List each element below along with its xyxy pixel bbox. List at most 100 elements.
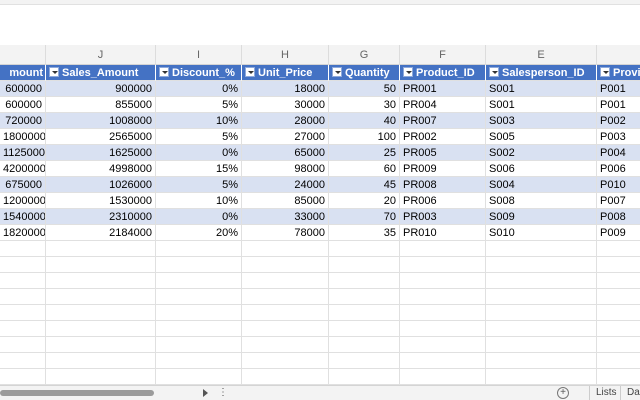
table-cell[interactable]: 0% bbox=[156, 209, 242, 225]
table-cell[interactable]: PR004 bbox=[400, 97, 486, 113]
table-cell[interactable]: 20 bbox=[329, 193, 400, 209]
table-cell[interactable]: P006 bbox=[597, 161, 640, 177]
table-cell[interactable]: PR002 bbox=[400, 129, 486, 145]
empty-cell[interactable] bbox=[156, 321, 242, 337]
table-cell[interactable]: S001 bbox=[486, 97, 597, 113]
empty-cell[interactable] bbox=[242, 273, 329, 289]
table-cell[interactable]: 27000 bbox=[242, 129, 329, 145]
table-cell[interactable]: P009 bbox=[597, 225, 640, 241]
sheet-tab-lists[interactable]: Lists bbox=[589, 386, 623, 400]
empty-cell[interactable] bbox=[0, 369, 46, 385]
empty-cell[interactable] bbox=[46, 337, 156, 353]
empty-cell[interactable] bbox=[486, 289, 597, 305]
empty-cell[interactable] bbox=[0, 305, 46, 321]
table-cell[interactable]: 2565000 bbox=[46, 129, 156, 145]
empty-cell[interactable] bbox=[597, 321, 640, 337]
empty-cell[interactable] bbox=[156, 241, 242, 257]
empty-cell[interactable] bbox=[0, 273, 46, 289]
table-cell[interactable]: 25 bbox=[329, 145, 400, 161]
worksheet[interactable]: J I H G F E mount Sales_Amount Discount_… bbox=[0, 45, 640, 385]
empty-cell[interactable] bbox=[0, 289, 46, 305]
empty-cell[interactable] bbox=[242, 337, 329, 353]
table-cell[interactable]: 1125000 bbox=[0, 145, 46, 161]
empty-cell[interactable] bbox=[242, 353, 329, 369]
empty-cell[interactable] bbox=[329, 273, 400, 289]
empty-cell[interactable] bbox=[329, 305, 400, 321]
empty-cell[interactable] bbox=[0, 337, 46, 353]
table-cell[interactable]: 40 bbox=[329, 113, 400, 129]
filter-dropdown-icon[interactable] bbox=[403, 67, 413, 78]
filter-dropdown-icon[interactable] bbox=[49, 67, 59, 78]
table-cell[interactable]: S010 bbox=[486, 225, 597, 241]
empty-cell[interactable] bbox=[156, 273, 242, 289]
empty-cell[interactable] bbox=[46, 241, 156, 257]
filter-dropdown-icon[interactable] bbox=[245, 67, 255, 78]
header-cell[interactable]: Unit_Price bbox=[242, 65, 329, 81]
empty-cell[interactable] bbox=[597, 273, 640, 289]
empty-cell[interactable] bbox=[597, 305, 640, 321]
empty-cell[interactable] bbox=[329, 321, 400, 337]
table-cell[interactable]: P008 bbox=[597, 209, 640, 225]
header-cell[interactable]: Quantity bbox=[329, 65, 400, 81]
table-cell[interactable]: 45 bbox=[329, 177, 400, 193]
empty-cell[interactable] bbox=[242, 241, 329, 257]
header-cell[interactable]: Product_ID bbox=[400, 65, 486, 81]
filter-dropdown-icon[interactable] bbox=[489, 67, 499, 78]
empty-cell[interactable] bbox=[329, 353, 400, 369]
empty-cell[interactable] bbox=[242, 305, 329, 321]
table-cell[interactable]: PR005 bbox=[400, 145, 486, 161]
table-cell[interactable]: PR010 bbox=[400, 225, 486, 241]
horizontal-scrollbar-thumb[interactable] bbox=[0, 390, 154, 396]
more-options-icon[interactable]: ⋮ bbox=[218, 388, 228, 398]
empty-cell[interactable] bbox=[400, 337, 486, 353]
table-cell[interactable]: 1625000 bbox=[46, 145, 156, 161]
table-cell[interactable]: 20% bbox=[156, 225, 242, 241]
table-cell[interactable]: 24000 bbox=[242, 177, 329, 193]
table-cell[interactable]: 33000 bbox=[242, 209, 329, 225]
filter-dropdown-icon[interactable] bbox=[159, 67, 169, 78]
empty-cell[interactable] bbox=[486, 241, 597, 257]
table-cell[interactable]: 2184000 bbox=[46, 225, 156, 241]
table-cell[interactable]: 4998000 bbox=[46, 161, 156, 177]
column-header-g[interactable]: G bbox=[329, 45, 400, 65]
table-cell[interactable]: 0% bbox=[156, 81, 242, 97]
empty-cell[interactable] bbox=[486, 337, 597, 353]
empty-cell[interactable] bbox=[46, 305, 156, 321]
table-cell[interactable]: 720000 bbox=[0, 113, 46, 129]
table-cell[interactable]: 70 bbox=[329, 209, 400, 225]
empty-cell[interactable] bbox=[329, 289, 400, 305]
header-cell[interactable]: Sales_Amount bbox=[46, 65, 156, 81]
empty-cell[interactable] bbox=[400, 289, 486, 305]
column-header-j[interactable]: J bbox=[46, 45, 156, 65]
table-cell[interactable]: 600000 bbox=[0, 97, 46, 113]
empty-cell[interactable] bbox=[400, 369, 486, 385]
empty-cell[interactable] bbox=[597, 337, 640, 353]
table-cell[interactable]: 2310000 bbox=[46, 209, 156, 225]
table-cell[interactable]: S004 bbox=[486, 177, 597, 193]
empty-cell[interactable] bbox=[242, 321, 329, 337]
column-header-h[interactable]: H bbox=[242, 45, 329, 65]
table-cell[interactable]: 5% bbox=[156, 177, 242, 193]
table-cell[interactable]: 100 bbox=[329, 129, 400, 145]
empty-cell[interactable] bbox=[486, 305, 597, 321]
empty-cell[interactable] bbox=[329, 257, 400, 273]
empty-cell[interactable] bbox=[400, 321, 486, 337]
empty-cell[interactable] bbox=[597, 257, 640, 273]
table-cell[interactable]: P004 bbox=[597, 145, 640, 161]
empty-cell[interactable] bbox=[400, 305, 486, 321]
empty-cell[interactable] bbox=[486, 369, 597, 385]
table-cell[interactable]: 10% bbox=[156, 193, 242, 209]
scroll-right-arrow-icon[interactable] bbox=[203, 389, 208, 397]
table-cell[interactable]: 28000 bbox=[242, 113, 329, 129]
table-cell[interactable]: 900000 bbox=[46, 81, 156, 97]
table-cell[interactable]: PR003 bbox=[400, 209, 486, 225]
table-cell[interactable]: S005 bbox=[486, 129, 597, 145]
empty-cell[interactable] bbox=[156, 337, 242, 353]
table-cell[interactable]: 4200000 bbox=[0, 161, 46, 177]
table-cell[interactable]: 855000 bbox=[46, 97, 156, 113]
empty-cell[interactable] bbox=[597, 289, 640, 305]
table-cell[interactable]: 65000 bbox=[242, 145, 329, 161]
table-cell[interactable]: PR007 bbox=[400, 113, 486, 129]
table-cell[interactable]: P010 bbox=[597, 177, 640, 193]
empty-cell[interactable] bbox=[486, 273, 597, 289]
